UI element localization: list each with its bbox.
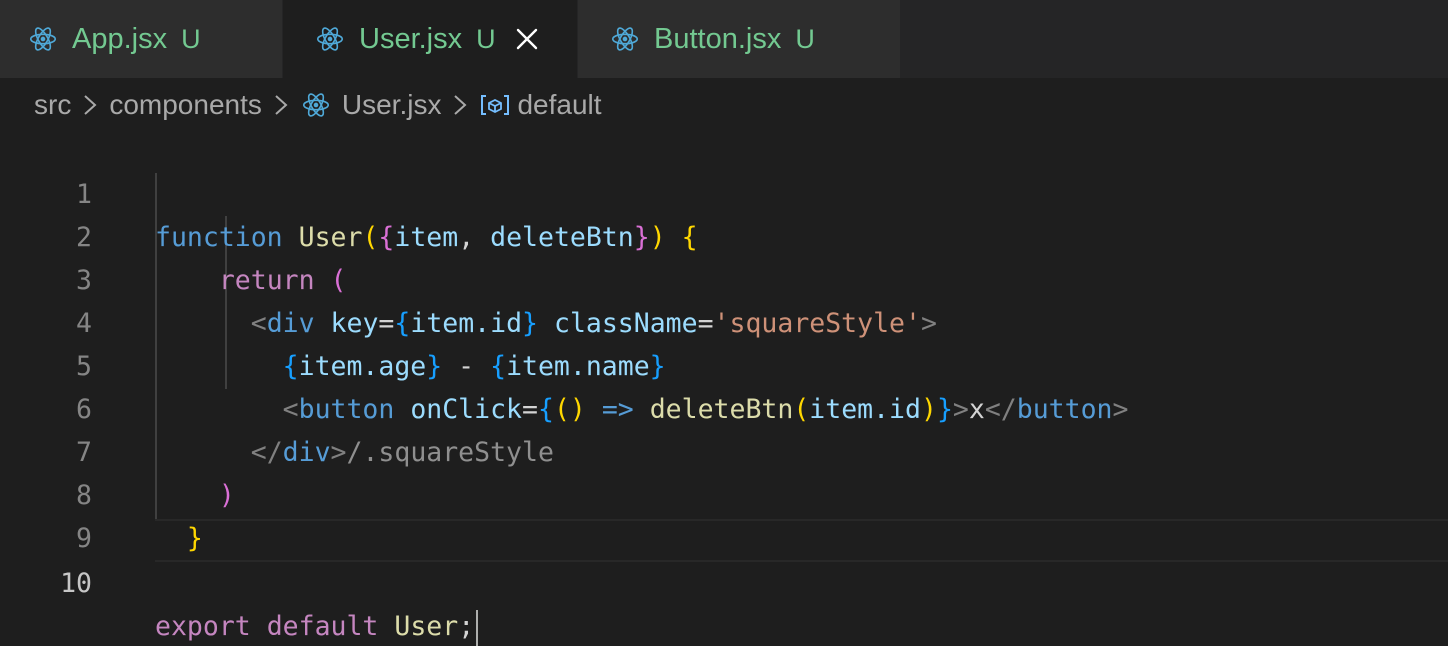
code-editor[interactable]: 1 function User({item, deleteBtn}) { 2 r… xyxy=(0,130,1448,646)
untracked-badge: U xyxy=(181,23,201,54)
breadcrumb-file-label: User.jsx xyxy=(341,89,442,120)
code-line: 6 </div>/.squareStyle xyxy=(0,345,1448,468)
react-icon xyxy=(28,24,58,54)
chevron-right-icon xyxy=(447,94,473,116)
breadcrumb-file[interactable]: User.jsx xyxy=(300,89,442,121)
tab-app-jsx[interactable]: App.jsx U xyxy=(0,0,283,78)
chevron-right-icon xyxy=(268,94,294,116)
tab-label: User.jsx xyxy=(359,22,463,55)
tab-bar: App.jsx U User.jsx U Button.jsx U xyxy=(0,0,1448,78)
breadcrumb: src components User.jsx default xyxy=(34,82,602,128)
chevron-right-icon xyxy=(77,94,103,116)
react-icon xyxy=(610,24,640,54)
code-line-current: 10 export default User; xyxy=(0,519,1448,646)
code-line: 5 <button onClick={() => deleteBtn(item.… xyxy=(0,302,1448,425)
breadcrumb-src[interactable]: src xyxy=(34,89,71,121)
token: User xyxy=(394,611,459,642)
line-number: 10 xyxy=(60,568,92,599)
close-icon[interactable] xyxy=(512,24,542,54)
react-icon xyxy=(300,89,332,121)
breadcrumb-symbol-label: default xyxy=(517,89,602,120)
token: default xyxy=(266,611,379,642)
code-line: 2 return ( xyxy=(0,173,1448,296)
code-line: 1 function User({item, deleteBtn}) { xyxy=(0,130,1448,253)
token: ; xyxy=(458,611,475,642)
tab-user-jsx[interactable]: User.jsx U xyxy=(283,0,578,78)
code-line: 9 xyxy=(0,474,1448,554)
tab-label: App.jsx xyxy=(72,22,168,55)
breadcrumb-components[interactable]: components xyxy=(109,89,262,121)
token: export xyxy=(155,611,251,642)
react-icon xyxy=(315,24,345,54)
code-content: export default User; xyxy=(155,605,479,646)
variable-symbol-icon xyxy=(479,89,511,121)
code-line: 4 {item.age} - {item.name} xyxy=(0,259,1448,382)
untracked-badge: U xyxy=(476,23,496,54)
untracked-badge: U xyxy=(795,23,815,54)
code-line: 7 ) xyxy=(0,388,1448,511)
code-line: 8 } xyxy=(0,431,1448,554)
tab-label: Button.jsx xyxy=(654,22,782,55)
breadcrumb-symbol[interactable]: default xyxy=(479,89,602,121)
text-cursor xyxy=(476,609,479,646)
tab-button-jsx[interactable]: Button.jsx U xyxy=(578,0,901,78)
code-line: 3 <div key={item.id} className='squareSt… xyxy=(0,216,1448,339)
